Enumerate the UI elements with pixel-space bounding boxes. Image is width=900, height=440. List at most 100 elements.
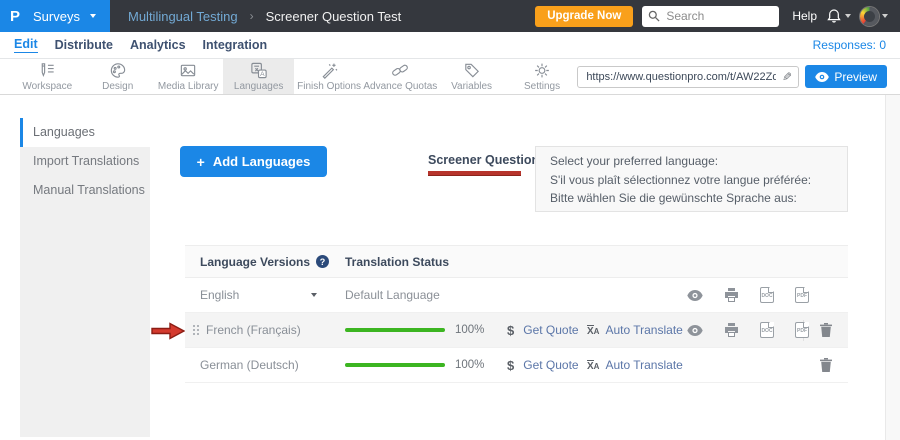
svg-text:A: A — [260, 71, 265, 78]
export-pdf-button[interactable]: PDF — [795, 322, 809, 338]
delete-language-button[interactable] — [820, 358, 832, 372]
screener-question-box: Select your preferred language: S'il vou… — [535, 146, 848, 212]
toolbar-item-variables[interactable]: Variables — [436, 59, 506, 94]
preview-button[interactable]: Preview — [805, 65, 887, 88]
sidebar-item-languages[interactable]: Languages — [20, 118, 150, 147]
tab-analytics[interactable]: Analytics — [130, 38, 186, 52]
drag-handle-icon[interactable] — [193, 325, 199, 335]
screener-line-german: Bitte wählen Sie die gewünschte Sprache … — [550, 189, 833, 208]
toolbar-item-finish-options[interactable]: Finish Options — [294, 59, 364, 94]
quote-cell: $ Get Quote — [495, 323, 583, 338]
surveys-product-menu[interactable]: P Surveys — [0, 0, 110, 32]
magic-wand-icon — [319, 61, 339, 80]
sidebar-item-manual-translations[interactable]: Manual Translations — [20, 176, 150, 205]
responses-count-link[interactable]: Responses: 0 — [813, 38, 900, 52]
language-name: English — [200, 288, 239, 302]
toolbar-item-advance-quotas[interactable]: Advance Quotas — [364, 59, 436, 94]
plus-icon: + — [197, 154, 205, 170]
export-doc-button[interactable]: DOC — [760, 322, 774, 338]
image-icon — [178, 61, 198, 80]
translation-progress-bar — [345, 328, 445, 332]
caret-down-icon — [882, 14, 888, 18]
add-languages-label: Add Languages — [213, 154, 311, 169]
translate-icon: XA — [587, 322, 599, 338]
toolbar-item-label: Variables — [451, 81, 492, 92]
toolbar-item-label: Workspace — [22, 81, 72, 92]
translate-x-glyph: X — [587, 360, 594, 372]
tab-distribute[interactable]: Distribute — [55, 38, 113, 52]
search-input[interactable] — [664, 8, 773, 24]
get-quote-link[interactable]: Get Quote — [523, 323, 578, 337]
upgrade-now-button[interactable]: Upgrade Now — [535, 6, 633, 27]
delete-cell — [803, 278, 848, 312]
screener-line-french: S'il vous plaît sélectionnez votre langu… — [550, 171, 833, 190]
account-menu[interactable] — [860, 7, 888, 26]
translate-icon: A — [249, 61, 269, 80]
tab-edit[interactable]: Edit — [14, 37, 38, 53]
print-button[interactable] — [724, 323, 739, 337]
default-language-label: Default Language — [345, 288, 440, 302]
toolbar-item-design[interactable]: Design — [82, 59, 152, 94]
toolbar-item-media-library[interactable]: Media Library — [153, 59, 223, 94]
table-row-french: French (Français) 100% $ Get Quote XA — [185, 313, 848, 348]
dollar-icon: $ — [507, 358, 514, 373]
language-dropdown-caret-icon[interactable] — [311, 293, 317, 297]
annotation-red-arrow-icon — [151, 322, 185, 345]
help-circle-icon[interactable]: ? — [316, 255, 329, 268]
row-actions: DOC PDF — [675, 287, 803, 303]
eye-icon — [687, 325, 703, 336]
app-window: P Surveys Multilingual Testing › Screene… — [0, 0, 900, 440]
breadcrumb-parent[interactable]: Multilingual Testing — [128, 9, 238, 24]
translation-progress-bar — [345, 363, 445, 367]
language-versions-table: Language Versions ? Translation Status E… — [185, 245, 848, 383]
translate-icon: XA — [587, 357, 599, 373]
translate-x-glyph: X — [587, 325, 594, 337]
get-quote-link[interactable]: Get Quote — [523, 358, 578, 372]
status-cell: Default Language — [345, 288, 495, 302]
caret-down-icon — [845, 14, 851, 18]
toolbar-item-settings[interactable]: Settings — [507, 59, 577, 94]
delete-cell — [803, 348, 848, 382]
trash-icon — [820, 358, 832, 372]
preview-language-button[interactable] — [687, 325, 703, 336]
language-name-cell: German (Deutsch) — [185, 358, 345, 372]
delete-language-button[interactable] — [820, 323, 832, 337]
add-languages-button[interactable]: + Add Languages — [180, 146, 327, 177]
auto-translate-cell: XA Auto Translate — [583, 322, 675, 338]
progress-percent: 100% — [455, 324, 484, 336]
workspace-icon — [37, 61, 57, 80]
pdf-label: PDF — [797, 329, 807, 334]
status-cell: 100% — [345, 324, 495, 336]
header-language-label: Language Versions — [200, 255, 310, 269]
dollar-icon: $ — [507, 323, 514, 338]
notifications-menu[interactable] — [826, 8, 851, 24]
breadcrumb-separator-icon: › — [250, 9, 254, 23]
toolbar-item-languages[interactable]: A Languages — [223, 59, 293, 94]
survey-url-input[interactable] — [584, 70, 778, 84]
toolbar-item-label: Settings — [524, 81, 560, 92]
language-name-cell: French (Français) — [185, 323, 345, 337]
edit-url-icon[interactable]: ✎ — [782, 70, 792, 84]
print-button[interactable] — [724, 288, 739, 302]
doc-file-icon: DOC — [760, 287, 774, 303]
preview-language-button[interactable] — [687, 290, 703, 301]
table-header-row: Language Versions ? Translation Status — [185, 245, 848, 278]
language-name-cell[interactable]: English — [185, 288, 345, 302]
doc-label: DOC — [761, 294, 772, 299]
doc-file-icon: DOC — [760, 322, 774, 338]
status-cell: 100% — [345, 359, 495, 371]
auto-translate-link[interactable]: Auto Translate — [605, 358, 682, 372]
export-doc-button[interactable]: DOC — [760, 287, 774, 303]
auto-translate-link[interactable]: Auto Translate — [605, 323, 682, 337]
tab-integration[interactable]: Integration — [203, 38, 268, 52]
languages-sidebar: Languages Import Translations Manual Tra… — [20, 118, 150, 437]
export-pdf-button[interactable]: PDF — [795, 287, 809, 303]
header-translation-status: Translation Status — [345, 255, 449, 269]
sidebar-item-import-translations[interactable]: Import Translations — [20, 147, 150, 176]
preview-label: Preview — [834, 70, 877, 84]
chain-links-icon — [390, 61, 410, 80]
toolbar-item-workspace[interactable]: Workspace — [12, 59, 82, 94]
help-link[interactable]: Help — [792, 9, 817, 23]
global-search[interactable] — [642, 6, 779, 27]
scrollbar[interactable] — [885, 95, 900, 440]
